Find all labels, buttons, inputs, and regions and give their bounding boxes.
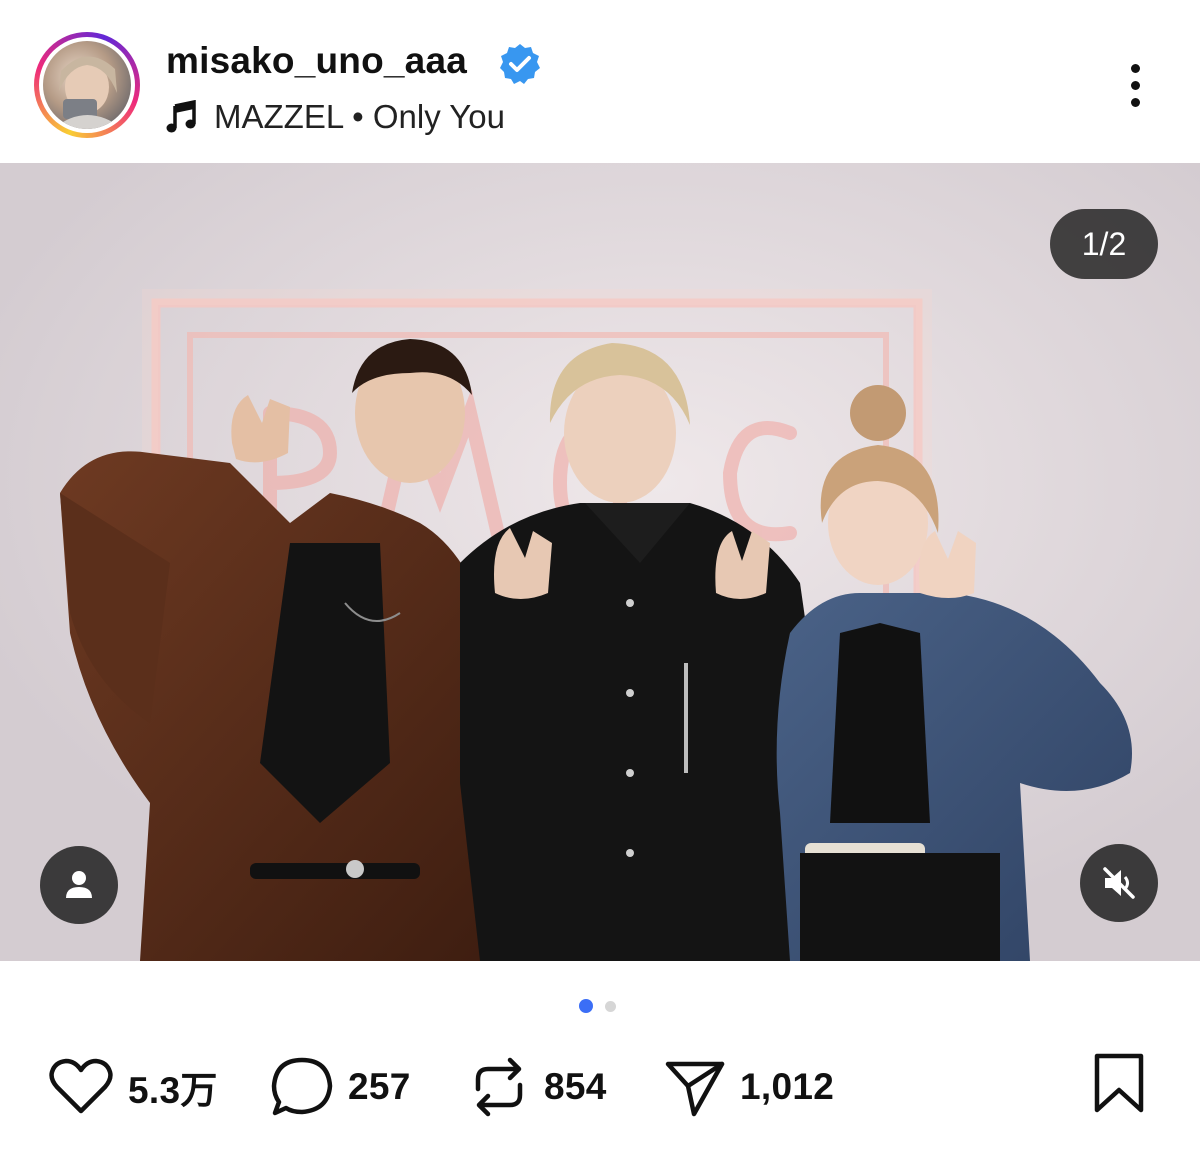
carousel-counter: 1/2 <box>1050 209 1158 279</box>
verified-badge-icon <box>500 44 540 84</box>
heart-icon[interactable] <box>48 1057 114 1117</box>
avatar-photo <box>53 56 123 129</box>
share-action: 1,012 <box>664 1052 834 1122</box>
user-tag-button[interactable] <box>40 846 118 924</box>
audio-track-link[interactable]: MAZZEL • Only You <box>214 98 505 136</box>
like-count[interactable]: 5.3万 <box>128 1060 218 1114</box>
username[interactable]: misako_uno_aaa <box>166 40 467 82</box>
carousel-indicator <box>579 999 619 1015</box>
like-action: 5.3万 <box>48 1052 218 1122</box>
post-image <box>0 163 1200 961</box>
post-photo[interactable]: 1/2 <box>0 163 1200 961</box>
send-icon[interactable] <box>664 1056 726 1118</box>
comment-action: 257 <box>270 1052 411 1122</box>
music-note-icon <box>166 100 196 133</box>
post-header: misako_uno_aaa MAZZEL • Only You <box>0 0 1200 163</box>
carousel-dot <box>605 1001 616 1012</box>
more-options-icon[interactable] <box>1124 64 1146 114</box>
audio-track: Only You <box>372 98 505 135</box>
avatar[interactable] <box>43 41 131 129</box>
repost-icon[interactable] <box>468 1055 530 1119</box>
mute-toggle-button[interactable] <box>1080 844 1158 922</box>
muted-speaker-icon <box>1103 867 1135 899</box>
comment-count[interactable]: 257 <box>348 1066 411 1108</box>
comment-icon[interactable] <box>270 1056 334 1118</box>
carousel-dot-active <box>579 999 593 1013</box>
repost-count[interactable]: 854 <box>544 1066 607 1108</box>
bookmark-icon[interactable] <box>1092 1052 1146 1114</box>
avatar-story-ring[interactable] <box>34 32 140 138</box>
repost-action: 854 <box>468 1052 607 1122</box>
share-count[interactable]: 1,012 <box>740 1066 834 1108</box>
audio-separator: • <box>342 98 373 135</box>
user-tag-icon <box>66 871 92 898</box>
audio-artist: MAZZEL <box>214 98 343 135</box>
